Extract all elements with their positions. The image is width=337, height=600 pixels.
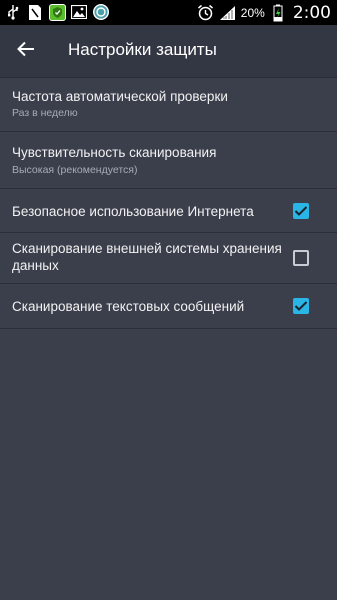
external-storage-checkbox[interactable] bbox=[293, 250, 309, 266]
setting-title: Безопасное использование Интернета bbox=[12, 204, 254, 219]
signal-icon bbox=[219, 4, 237, 22]
back-button[interactable] bbox=[12, 37, 40, 65]
arrow-back-icon bbox=[17, 41, 35, 62]
setting-title: Чувствительность сканирования bbox=[12, 145, 217, 160]
page-title: Настройки защиты bbox=[68, 40, 217, 59]
setting-subtitle: Высокая (рекомендуется) bbox=[12, 164, 138, 176]
setting-sms-scan[interactable]: Сканирование текстовых сообщений bbox=[0, 284, 337, 329]
sms-scan-checkbox[interactable] bbox=[293, 298, 309, 314]
setting-title-line2: данных bbox=[12, 258, 59, 273]
safe-browsing-checkbox[interactable] bbox=[293, 203, 309, 219]
status-bar: 20% 2:00 bbox=[0, 0, 337, 25]
setting-title: Сканирование текстовых сообщений bbox=[12, 299, 245, 314]
settings-list: Частота автоматической проверки Раз в не… bbox=[0, 77, 337, 329]
status-bar-notifications bbox=[4, 3, 110, 21]
setting-scan-frequency[interactable]: Частота автоматической проверки Раз в не… bbox=[0, 77, 337, 132]
image-icon bbox=[70, 3, 88, 21]
battery-percent: 20% bbox=[240, 5, 265, 20]
setting-title: Частота автоматической проверки bbox=[12, 89, 228, 104]
setting-title-line1: Сканирование внешней системы хранения bbox=[12, 241, 282, 256]
setting-safe-browsing[interactable]: Безопасное использование Интернета bbox=[0, 189, 337, 233]
setting-scan-sensitivity[interactable]: Чувствительность сканирования Высокая (р… bbox=[0, 132, 337, 189]
app-bar: Настройки защиты bbox=[0, 25, 337, 77]
setting-subtitle: Раз в неделю bbox=[12, 107, 78, 119]
status-bar-system: 20% 2:00 bbox=[197, 0, 331, 25]
checkmark-icon bbox=[294, 301, 308, 311]
usb-icon bbox=[4, 3, 22, 21]
status-clock: 2:00 bbox=[292, 2, 331, 23]
charging-icon bbox=[269, 4, 287, 22]
sim-icon bbox=[26, 3, 44, 21]
shield-app-icon bbox=[48, 3, 66, 21]
sync-app-icon bbox=[92, 3, 110, 21]
alarm-icon bbox=[197, 4, 215, 22]
checkmark-icon bbox=[294, 206, 308, 216]
setting-external-storage-scan[interactable]: Сканирование внешней системы хранения да… bbox=[0, 233, 337, 284]
